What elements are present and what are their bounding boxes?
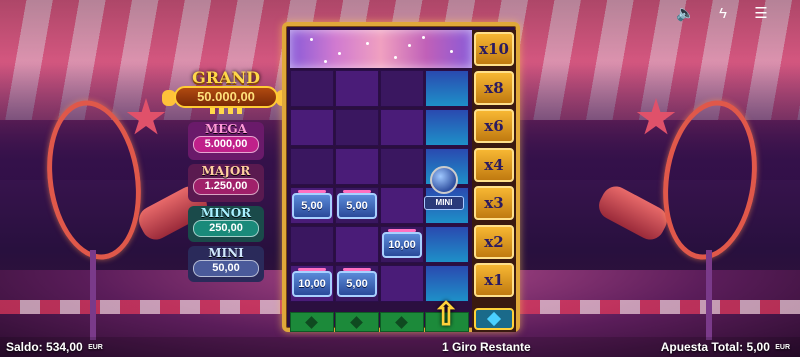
balance-label: Saldo: [6,340,43,354]
reel-cell [425,226,469,263]
multiplier-base [474,308,514,330]
jackpot-major-value: 1.250,00 [193,178,259,195]
disco-ball-icon [430,166,458,194]
coin-symbol: 5,00 [337,271,377,297]
collector-cell [335,312,379,332]
diamond-icon [305,316,318,329]
jackpot-minor-value: 250,00 [193,220,259,237]
reel-cell [380,187,424,224]
coin-symbol: 5,00 [292,193,332,219]
sparkle [310,38,313,41]
balance-display: Saldo: 534,00 EUR [6,340,103,354]
coin-decoration [298,268,326,271]
jackpot-grand-value: 50.000,00 [174,86,278,108]
reel-cell [290,70,334,107]
jackpot-mini-title: MINI [208,246,244,260]
sparkle [422,36,425,39]
reel-cell [335,226,379,263]
multiplier-tile: x8 [474,70,514,105]
mini-symbol-label: MINI [424,196,464,210]
reel-cell [335,148,379,185]
coin-symbol: 10,00 [292,271,332,297]
jackpot-mega-title: MEGA [205,122,247,136]
balance-currency: EUR [88,344,103,352]
diamond-icon [350,316,363,329]
multiplier-tile: x2 [474,224,514,259]
multiplier-tile: x1 [474,263,514,297]
reel-cell [380,148,424,185]
reel-cell [380,70,424,107]
spins-remaining: 1 Giro Restante [442,340,531,354]
bet-label: Apuesta Total: [660,340,744,354]
grand-dots-decoration [210,108,242,114]
reel-cell [290,109,334,146]
multiplier-tile: x4 [474,147,514,182]
jackpot-mega: MEGA 5.000,00 [188,122,264,160]
mini-symbol: MINI [424,166,464,226]
total-bet-display[interactable]: Apuesta Total: 5,00 EUR [661,340,790,354]
jackpot-grand-title: GRAND [192,68,260,87]
coin-symbol: 5,00 [337,193,377,219]
jackpot-panel: GRAND 50.000,00 MEGA 5.000,00 MAJOR 1.25… [162,68,290,282]
reel-frame: 5,00 5,00 10,00 10,00 5,00 MINI ⇧ x10 x8 x6 x4 x… [282,22,520,332]
sparkle [408,44,411,47]
sparkle [394,56,397,59]
collector-cell [380,312,424,332]
top-toolbar: 🔈 ϟ ☰ [676,6,770,22]
reel-cell [425,109,469,146]
multiplier-tile: x10 [474,32,514,66]
multiplier-tile: x3 [474,186,514,220]
pole-right [706,250,712,340]
jackpot-grand: GRAND 50.000,00 [162,68,290,114]
multiplier-tile: x6 [474,109,514,143]
jackpot-major: MAJOR 1.250,00 [188,164,264,202]
sound-icon[interactable]: 🔈 [676,6,695,22]
sparkle [338,52,341,55]
coin-symbol: 10,00 [382,232,422,258]
coin-decoration [343,190,371,193]
diamond-icon [395,316,408,329]
collector-cell [290,312,334,332]
jackpot-minor: MINOR 250,00 [188,206,264,242]
reel-cell [335,70,379,107]
bet-value: 5,00 [746,340,770,354]
reel-cell [380,265,424,302]
diamond-icon [486,311,502,327]
reel-cell [380,109,424,146]
reel-cell [290,226,334,263]
menu-icon[interactable]: ☰ [752,6,770,22]
jackpot-mini-value: 50,00 [193,260,259,277]
multiplier-column: x10 x8 x6 x4 x3 x2 x1 [472,30,516,332]
reel-cell [335,109,379,146]
cannon-right-decoration [594,181,672,245]
jackpot-major-title: MAJOR [201,164,251,178]
reel-cell [425,70,469,107]
sparkle-band [290,30,472,68]
coin-decoration [298,190,326,193]
balance-value: 534,00 [46,340,83,354]
bet-currency: EUR [775,344,790,352]
sparkle [366,42,369,45]
jackpot-mini: MINI 50,00 [188,246,264,282]
up-arrow-icon: ⇧ [432,296,460,332]
reel-cell [290,148,334,185]
pole-left [90,250,96,340]
coin-decoration [388,229,416,232]
turbo-icon[interactable]: ϟ [714,6,732,22]
sparkle [450,50,453,53]
sparkle [324,60,327,63]
coin-decoration [343,268,371,271]
jackpot-minor-title: MINOR [200,206,252,220]
jackpot-mega-value: 5.000,00 [193,136,259,153]
